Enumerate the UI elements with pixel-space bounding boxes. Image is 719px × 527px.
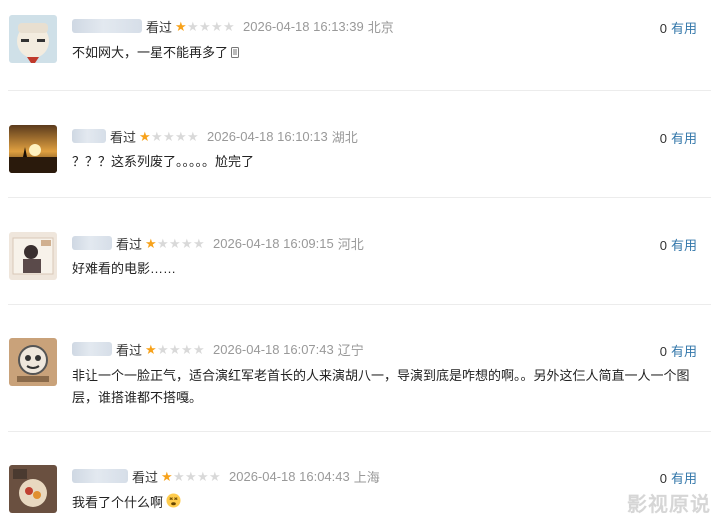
comment-location: 辽宁 <box>337 342 364 358</box>
useful-button[interactable]: 有用 <box>671 21 697 36</box>
useful-button[interactable]: 有用 <box>671 131 697 146</box>
star-empty-icon: ★ <box>175 128 187 144</box>
star-empty-icon: ★ <box>169 341 181 357</box>
star-empty-icon: ★ <box>151 128 163 144</box>
comment-text: 好难看的电影…… <box>72 261 177 276</box>
star-empty-icon: ★ <box>223 18 235 34</box>
comment-meta: 看过 ★ ★ ★ ★ ★ 2026-04-18 16:10:13 湖北 <box>72 126 358 146</box>
useful-button[interactable]: 有用 <box>671 344 697 359</box>
comment-text: 非让一个一脸正气，适合演红军老首长的人来演胡八一，导演到底是咋想的啊。。另外这仨… <box>72 368 690 405</box>
useful-count: 0 <box>659 21 667 36</box>
comment-text: ？？？这系列废了。。。。。尬完了 <box>72 154 255 169</box>
comment-meta: 看过 ★ ★ ★ ★ ★ 2026-04-18 16:07:43 辽宁 <box>72 339 364 359</box>
useful-vote: 0 有用 <box>660 341 697 360</box>
rating-stars: ★ ★ ★ ★ ★ <box>145 343 205 356</box>
star-filled-icon: ★ <box>139 128 151 144</box>
star-empty-icon: ★ <box>193 341 205 357</box>
comment-time: 2026-04-18 16:04:43 <box>229 468 350 484</box>
dizzy-face-icon <box>166 493 181 515</box>
avatar[interactable] <box>9 338 57 386</box>
star-empty-icon: ★ <box>181 235 193 251</box>
username-blurred[interactable] <box>72 129 106 143</box>
avatar[interactable] <box>9 15 57 63</box>
phone-icon <box>231 43 240 65</box>
star-empty-icon: ★ <box>193 235 205 251</box>
watched-label: 看过 <box>132 469 159 485</box>
comment-text: 我看了个什么啊 <box>72 495 164 510</box>
star-filled-icon: ★ <box>175 18 187 34</box>
username-blurred[interactable] <box>72 236 112 250</box>
star-empty-icon: ★ <box>157 341 169 357</box>
useful-count: 0 <box>659 131 667 146</box>
comment-time: 2026-04-18 16:07:43 <box>213 341 334 357</box>
comment-text-wrap: 不如网大，一星不能再多了 <box>72 42 705 65</box>
comment-meta: 看过 ★ ★ ★ ★ ★ 2026-04-18 16:09:15 河北 <box>72 233 364 253</box>
comment-time: 2026-04-18 16:10:13 <box>207 128 328 144</box>
username-blurred[interactable] <box>72 342 112 356</box>
username-blurred[interactable] <box>72 19 142 33</box>
star-empty-icon: ★ <box>197 468 209 484</box>
star-filled-icon: ★ <box>145 235 157 251</box>
rating-stars: ★ ★ ★ ★ ★ <box>161 470 221 483</box>
rating-stars: ★ ★ ★ ★ ★ <box>139 130 199 143</box>
comment-location: 河北 <box>337 236 364 252</box>
comment-meta: 看过 ★ ★ ★ ★ ★ 2026-04-18 16:04:43 上海 <box>72 466 380 486</box>
star-filled-icon: ★ <box>145 341 157 357</box>
watched-label: 看过 <box>110 129 137 145</box>
star-empty-icon: ★ <box>173 468 185 484</box>
useful-count: 0 <box>659 344 667 359</box>
comment-time: 2026-04-18 16:13:39 <box>243 18 364 34</box>
rating-stars: ★ ★ ★ ★ ★ <box>175 20 235 33</box>
star-empty-icon: ★ <box>209 468 221 484</box>
comment-time: 2026-04-18 16:09:15 <box>213 235 334 251</box>
watched-label: 看过 <box>146 19 173 35</box>
divider <box>8 431 711 432</box>
watched-label: 看过 <box>116 342 143 358</box>
avatar[interactable] <box>9 125 57 173</box>
username-blurred[interactable] <box>72 469 128 483</box>
avatar[interactable] <box>9 465 57 513</box>
comment-location: 上海 <box>353 469 380 485</box>
avatar[interactable] <box>9 232 57 280</box>
star-empty-icon: ★ <box>185 468 197 484</box>
comment-text-wrap: 我看了个什么啊 <box>72 492 705 515</box>
star-empty-icon: ★ <box>211 18 223 34</box>
useful-vote: 0 有用 <box>660 18 697 37</box>
useful-count: 0 <box>659 471 667 486</box>
star-empty-icon: ★ <box>169 235 181 251</box>
star-empty-icon: ★ <box>181 341 193 357</box>
star-empty-icon: ★ <box>187 18 199 34</box>
watermark: 影视原说 <box>627 494 711 516</box>
useful-vote: 0 有用 <box>660 235 697 254</box>
comment-location: 北京 <box>367 19 394 35</box>
divider <box>8 197 711 198</box>
useful-vote: 0 有用 <box>660 468 697 487</box>
useful-button[interactable]: 有用 <box>671 238 697 253</box>
star-empty-icon: ★ <box>157 235 169 251</box>
watched-label: 看过 <box>116 236 143 252</box>
rating-stars: ★ ★ ★ ★ ★ <box>145 237 205 250</box>
comment-location: 湖北 <box>331 129 358 145</box>
useful-button[interactable]: 有用 <box>671 471 697 486</box>
comment-meta: 看过 ★ ★ ★ ★ ★ 2026-04-18 16:13:39 北京 <box>72 16 394 36</box>
divider <box>8 90 711 91</box>
star-empty-icon: ★ <box>187 128 199 144</box>
star-filled-icon: ★ <box>161 468 173 484</box>
divider <box>8 304 711 305</box>
comment-text: 不如网大，一星不能再多了 <box>72 45 229 60</box>
star-empty-icon: ★ <box>163 128 175 144</box>
star-empty-icon: ★ <box>199 18 211 34</box>
useful-vote: 0 有用 <box>660 128 697 147</box>
useful-count: 0 <box>659 238 667 253</box>
